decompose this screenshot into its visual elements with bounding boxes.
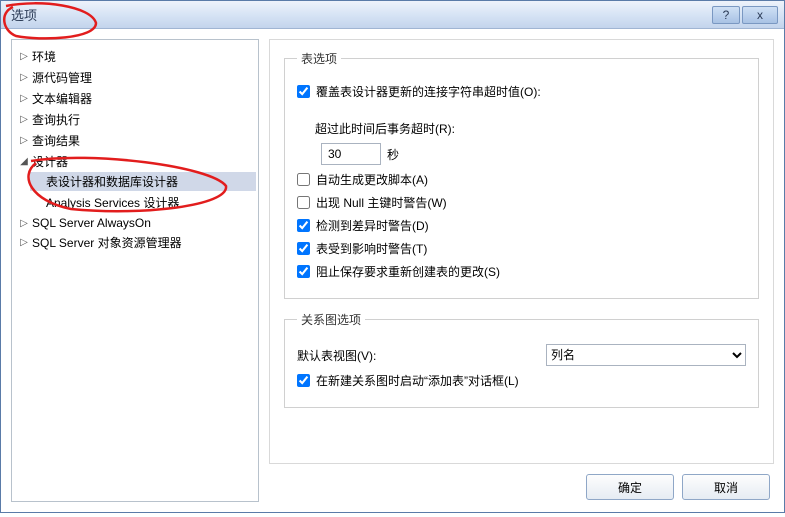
affected-warning-label: 表受到影响时警告(T): [316, 240, 427, 257]
auto-gen-script-checkbox[interactable]: [297, 173, 310, 186]
diff-warning-row: 检测到差异时警告(D): [297, 217, 746, 234]
default-view-label: 默认表视图(V):: [297, 347, 376, 364]
tree-item-designers[interactable]: ◢设计器: [16, 152, 256, 171]
prevent-recreate-row: 阻止保存要求重新创建表的更改(S): [297, 263, 746, 280]
diagram-options-group: 关系图选项 默认表视图(V): 列名 在新建关系图时启动“添加表”对话框(L): [284, 311, 759, 408]
ok-button[interactable]: 确定: [586, 474, 674, 500]
launch-add-table-label: 在新建关系图时启动“添加表”对话框(L): [316, 372, 519, 389]
options-dialog: 选项 ? x ▷环境 ▷源代码管理 ▷文本编辑器 ▷查询执行 ▷查询结果 ◢设计…: [0, 0, 785, 513]
chevron-right-icon: ▷: [18, 72, 30, 83]
null-pk-warning-checkbox[interactable]: [297, 196, 310, 209]
auto-gen-script-row: 自动生成更改脚本(A): [297, 171, 746, 188]
tree-item-object-explorer[interactable]: ▷SQL Server 对象资源管理器: [16, 233, 256, 252]
chevron-down-icon: ◢: [18, 156, 30, 167]
chevron-right-icon: ▷: [18, 114, 30, 125]
timeout-unit: 秒: [387, 146, 399, 163]
chevron-right-icon: ▷: [18, 237, 30, 248]
default-view-row: 默认表视图(V): 列名: [297, 344, 746, 366]
table-options-group: 表选项 覆盖表设计器更新的连接字符串超时值(O): 超过此时间后事务超时(R):…: [284, 50, 759, 299]
chevron-right-icon: ▷: [18, 93, 30, 104]
diff-warning-label: 检测到差异时警告(D): [316, 217, 429, 234]
chevron-right-icon: ▷: [18, 51, 30, 62]
auto-gen-script-label: 自动生成更改脚本(A): [316, 171, 428, 188]
default-view-select[interactable]: 列名: [546, 344, 746, 366]
dialog-content: ▷环境 ▷源代码管理 ▷文本编辑器 ▷查询执行 ▷查询结果 ◢设计器 ▷表设计器…: [1, 29, 784, 512]
tree-item-analysis-services-designer[interactable]: ▷Analysis Services 设计器: [30, 193, 256, 212]
tree-item-environment[interactable]: ▷环境: [16, 47, 256, 66]
prevent-recreate-checkbox[interactable]: [297, 265, 310, 278]
titlebar: 选项 ? x: [1, 1, 784, 29]
launch-add-table-checkbox[interactable]: [297, 374, 310, 387]
chevron-right-icon: ▷: [18, 218, 30, 229]
prevent-recreate-label: 阻止保存要求重新创建表的更改(S): [316, 263, 500, 280]
table-options-legend: 表选项: [297, 50, 341, 67]
timeout-label: 超过此时间后事务超时(R):: [315, 120, 455, 137]
timeout-input[interactable]: [321, 143, 381, 165]
window-title: 选项: [11, 5, 710, 24]
tree-item-query-results[interactable]: ▷查询结果: [16, 131, 256, 150]
close-icon: x: [757, 8, 763, 22]
chevron-right-icon: ▷: [18, 135, 30, 146]
nav-tree[interactable]: ▷环境 ▷源代码管理 ▷文本编辑器 ▷查询执行 ▷查询结果 ◢设计器 ▷表设计器…: [11, 39, 259, 502]
help-icon: ?: [723, 8, 730, 22]
override-conn-timeout-checkbox[interactable]: [297, 85, 310, 98]
cancel-button[interactable]: 取消: [682, 474, 770, 500]
tree-item-source-control[interactable]: ▷源代码管理: [16, 68, 256, 87]
tree-item-text-editor[interactable]: ▷文本编辑器: [16, 89, 256, 108]
override-conn-timeout-row: 覆盖表设计器更新的连接字符串超时值(O):: [297, 83, 746, 100]
help-button[interactable]: ?: [712, 6, 740, 24]
diff-warning-checkbox[interactable]: [297, 219, 310, 232]
affected-warning-checkbox[interactable]: [297, 242, 310, 255]
close-button[interactable]: x: [742, 6, 778, 24]
dialog-footer: 确定 取消: [269, 464, 774, 502]
launch-add-table-row: 在新建关系图时启动“添加表”对话框(L): [297, 372, 746, 389]
timeout-input-row: 秒: [315, 143, 746, 165]
timeout-row: 超过此时间后事务超时(R):: [315, 120, 746, 137]
tree-item-alwayson[interactable]: ▷SQL Server AlwaysOn: [16, 215, 256, 231]
tree-item-query-execution[interactable]: ▷查询执行: [16, 110, 256, 129]
right-pane: 表选项 覆盖表设计器更新的连接字符串超时值(O): 超过此时间后事务超时(R):…: [269, 39, 774, 502]
null-pk-warning-label: 出现 Null 主键时警告(W): [316, 194, 447, 211]
override-conn-timeout-label: 覆盖表设计器更新的连接字符串超时值(O):: [316, 83, 541, 100]
affected-warning-row: 表受到影响时警告(T): [297, 240, 746, 257]
settings-panel: 表选项 覆盖表设计器更新的连接字符串超时值(O): 超过此时间后事务超时(R):…: [269, 39, 774, 464]
diagram-options-legend: 关系图选项: [297, 311, 365, 328]
tree-item-table-designer[interactable]: ▷表设计器和数据库设计器: [30, 172, 256, 191]
null-pk-warning-row: 出现 Null 主键时警告(W): [297, 194, 746, 211]
